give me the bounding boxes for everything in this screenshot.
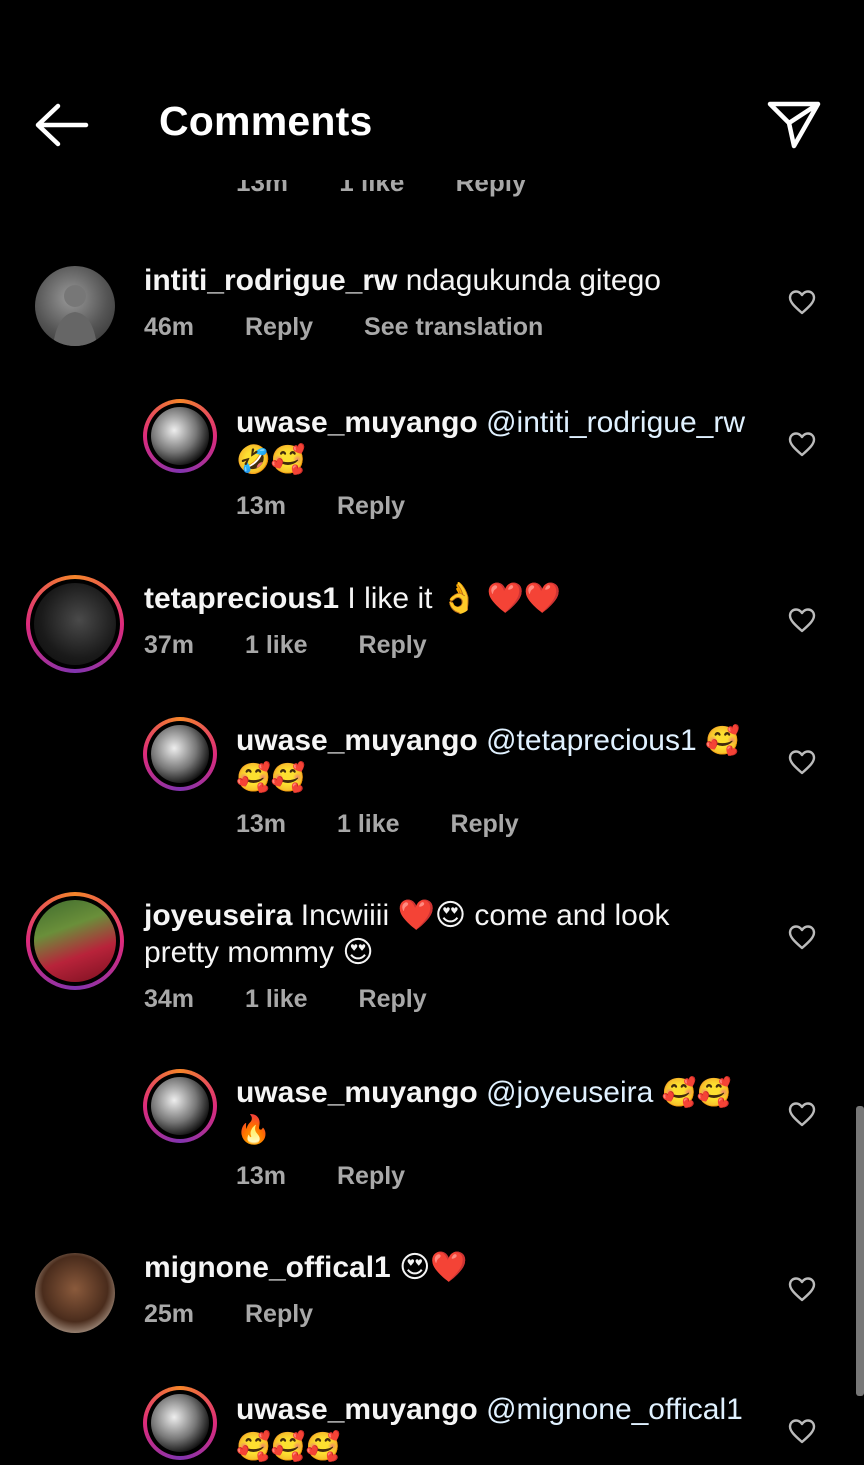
mention-link[interactable]: @mignone_offical1 bbox=[486, 1393, 743, 1426]
comment-meta: 46m Reply See translation bbox=[144, 313, 587, 342]
reply-button[interactable]: Reply bbox=[359, 985, 427, 1014]
comment-body: ndagukunda gitego bbox=[405, 264, 661, 297]
avatar[interactable] bbox=[26, 575, 124, 673]
comment-username[interactable]: uwase_muyango bbox=[236, 724, 478, 757]
send-icon[interactable] bbox=[764, 96, 824, 152]
comment-body: 🤣🥰 bbox=[236, 443, 306, 476]
like-heart-icon[interactable] bbox=[788, 1276, 816, 1302]
comment-text: uwase_muyango @mignone_offical1 🥰🥰🥰 bbox=[236, 1391, 766, 1465]
reply-button[interactable]: Reply bbox=[451, 810, 519, 839]
scrollbar[interactable] bbox=[856, 1106, 864, 1396]
comment-likes[interactable]: 1 like bbox=[337, 810, 400, 839]
reply-button[interactable]: Reply bbox=[337, 1162, 405, 1191]
comment-text: uwase_muyango @joyeuseira 🥰🥰🔥 bbox=[236, 1074, 766, 1148]
back-arrow-icon[interactable] bbox=[30, 100, 92, 150]
comment-text: uwase_muyango @intiti_rodrigue_rw 🤣🥰 bbox=[236, 404, 766, 478]
comment-username[interactable]: intiti_rodrigue_rw bbox=[144, 264, 397, 297]
comment-username[interactable]: joyeuseira bbox=[144, 899, 292, 932]
mention-link[interactable]: @tetaprecious1 bbox=[486, 724, 697, 757]
comment-username[interactable]: uwase_muyango bbox=[236, 1076, 478, 1109]
like-heart-icon[interactable] bbox=[788, 749, 816, 775]
comment-username[interactable]: uwase_muyango bbox=[236, 1393, 478, 1426]
comment-body: I like it 👌 ❤️❤️ bbox=[347, 582, 562, 615]
mention-link[interactable]: @joyeuseira bbox=[486, 1076, 653, 1109]
like-heart-icon[interactable] bbox=[788, 289, 816, 315]
page-title: Comments bbox=[159, 98, 373, 144]
avatar[interactable] bbox=[35, 1253, 115, 1333]
comment-likes[interactable]: 1 like bbox=[245, 631, 308, 660]
header-bar: Comments bbox=[0, 0, 864, 180]
reply-button[interactable]: Reply bbox=[337, 492, 405, 521]
comment-text: tetaprecious1 I like it 👌 ❤️❤️ bbox=[144, 580, 764, 617]
avatar[interactable] bbox=[143, 1069, 217, 1143]
avatar[interactable] bbox=[143, 399, 217, 473]
reply-button[interactable]: Reply bbox=[359, 631, 427, 660]
comment-meta: 13m Reply bbox=[236, 1162, 449, 1191]
comment-username[interactable]: tetaprecious1 bbox=[144, 582, 339, 615]
reply-button[interactable]: Reply bbox=[245, 1300, 313, 1329]
comment-meta: 37m 1 like Reply bbox=[144, 631, 471, 660]
avatar[interactable] bbox=[143, 717, 217, 791]
comment-body: 🥰🥰🥰 bbox=[236, 1430, 341, 1463]
comment-time: 25m bbox=[144, 1300, 195, 1328]
comment-text: intiti_rodrigue_rw ndagukunda gitego bbox=[144, 262, 764, 299]
comment-time: 46m bbox=[144, 313, 195, 341]
like-heart-icon[interactable] bbox=[788, 1101, 816, 1127]
comment-text: uwase_muyango @tetaprecious1 🥰🥰🥰 bbox=[236, 722, 766, 796]
comment-time: 13m bbox=[236, 1162, 287, 1190]
like-heart-icon[interactable] bbox=[788, 607, 816, 633]
comment-body: 😍❤️ bbox=[399, 1251, 468, 1284]
like-heart-icon[interactable] bbox=[788, 924, 816, 950]
comment-text: mignone_offical1 😍❤️ bbox=[144, 1249, 764, 1286]
comment-username[interactable]: uwase_muyango bbox=[236, 406, 478, 439]
comment-username[interactable]: mignone_offical1 bbox=[144, 1251, 391, 1284]
avatar[interactable] bbox=[26, 892, 124, 990]
reply-button[interactable]: Reply bbox=[245, 313, 313, 342]
comment-meta: 13m 1 like Reply bbox=[236, 810, 563, 839]
like-heart-icon[interactable] bbox=[788, 1418, 816, 1444]
avatar[interactable] bbox=[35, 266, 115, 346]
comment-meta: 13m Reply bbox=[236, 492, 449, 521]
comment-time: 13m bbox=[236, 810, 287, 838]
avatar[interactable] bbox=[143, 1386, 217, 1460]
comment-time: 34m bbox=[144, 985, 195, 1013]
comment-time: 13m bbox=[236, 492, 287, 520]
see-translation-button[interactable]: See translation bbox=[364, 313, 543, 342]
mention-link[interactable]: @intiti_rodrigue_rw bbox=[486, 406, 745, 439]
comment-time: 37m bbox=[144, 631, 195, 659]
like-heart-icon[interactable] bbox=[788, 431, 816, 457]
comment-likes[interactable]: 1 like bbox=[245, 985, 308, 1014]
comment-meta: 25m Reply bbox=[144, 1300, 357, 1329]
comment-text: joyeuseira Incwiiii ❤️😍 come and look pr… bbox=[144, 897, 744, 971]
comment-meta: 34m 1 like Reply bbox=[144, 985, 471, 1014]
